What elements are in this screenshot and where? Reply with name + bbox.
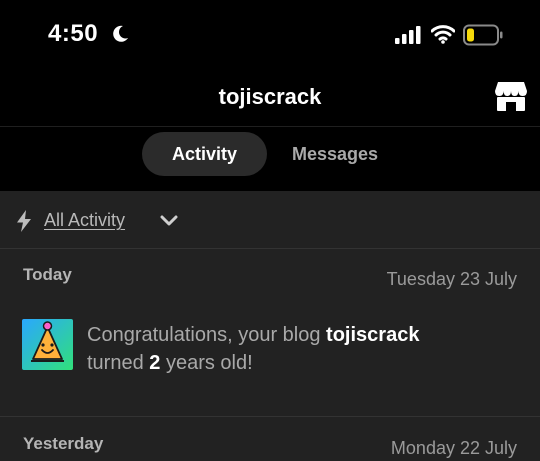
section-label-today: Today [23,265,72,284]
chevron-down-icon[interactable] [160,215,178,227]
notification-blog-name: tojiscrack [326,324,420,346]
blog-title: tojiscrack [218,84,322,109]
activity-filter[interactable]: All Activity [0,191,540,248]
party-hat-avatar-icon [22,319,73,370]
tab-bar: Activity Messages [0,127,540,191]
tab-messages[interactable]: Messages [275,132,395,176]
blog-avatar[interactable] [22,319,73,370]
section-divider [0,416,540,417]
tab-activity[interactable]: Activity [142,132,267,176]
section-date-today: Tuesday 23 July [386,269,517,289]
section-date-yesterday: Monday 22 July [390,438,517,458]
moon-icon [113,25,128,42]
wifi-icon [431,25,455,44]
lightning-bolt-icon [17,210,31,232]
notification-mid: turned [87,352,150,374]
activity-panel: All Activity Today Tuesday 23 July Congr… [0,191,540,461]
battery-icon [463,24,503,46]
status-time: 4:50 [48,20,99,47]
notification-prefix: Congratulations, your blog [87,324,327,346]
store-icon[interactable] [494,79,528,113]
notification-suffix: years old! [160,352,253,374]
filter-divider [0,248,540,249]
notification-years: 2 [149,352,161,374]
filter-label[interactable]: All Activity [44,210,125,231]
status-bar: 4:50 [0,0,540,72]
section-label-yesterday: Yesterday [23,434,104,453]
header: tojiscrack [0,72,540,126]
notification-text[interactable]: Congratulations, your blog tojiscrack tu… [87,321,517,377]
cellular-signal-icon [395,26,421,44]
